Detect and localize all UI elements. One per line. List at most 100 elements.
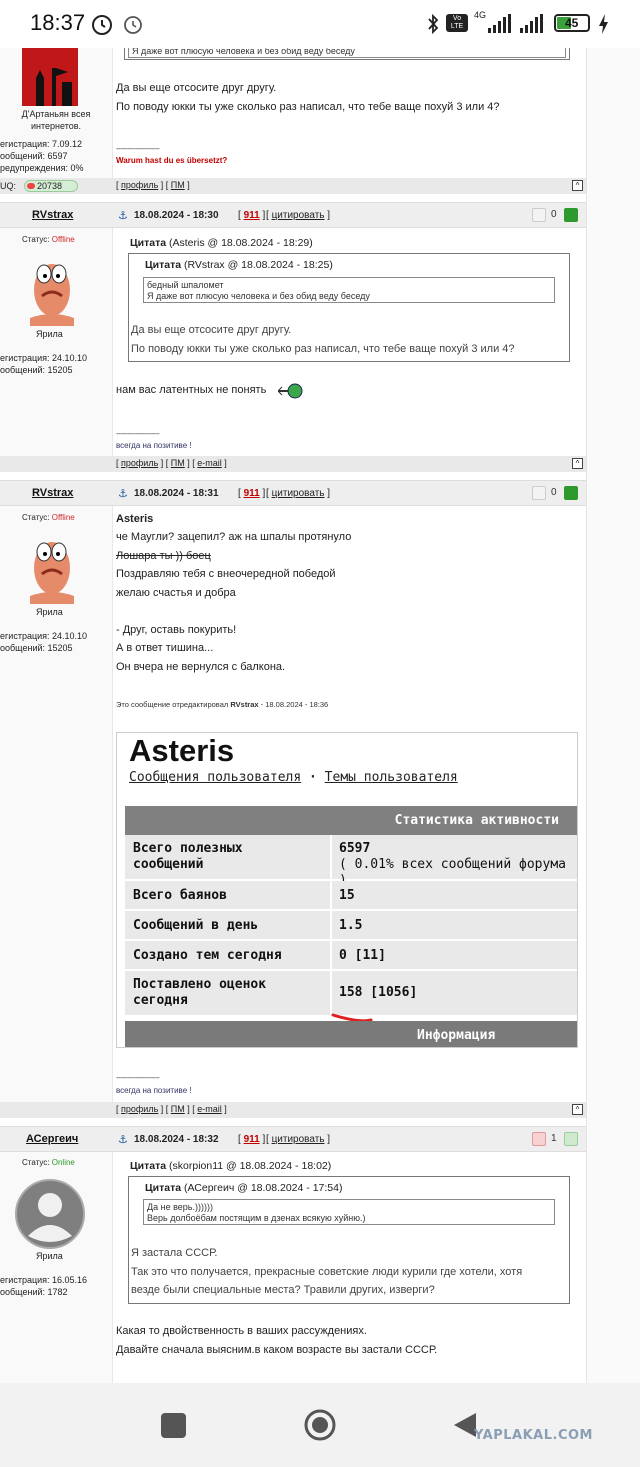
scroll-top-icon[interactable]: ^: [572, 458, 583, 469]
footer-links: [ профиль ] [ ПМ ] [ e-mail ]: [116, 458, 227, 468]
nested-quote-text: Да не верь.)))))) Верь долбоёбам постящим…: [143, 1199, 555, 1225]
alarm-icon: [92, 15, 112, 35]
reg-date: егистрация: 16.05.16: [0, 1275, 88, 1285]
rating: 1: [528, 1131, 580, 1149]
message-count: ообщений: 15205: [0, 643, 73, 653]
right-rail: [586, 48, 640, 1383]
signature: всегда на позитиве !: [116, 1086, 192, 1095]
post-text: Какая то двойственность в ваших рассужде…: [116, 1325, 438, 1356]
battery-icon: 45: [554, 14, 590, 32]
signature: всегда на позитиве !: [116, 441, 192, 450]
embed-links: Сообщения пользователя · Темы пользовате…: [129, 770, 458, 785]
profile-link[interactable]: профиль: [121, 180, 158, 190]
anchor-icon[interactable]: ⚓: [118, 487, 128, 500]
thumb-down-icon[interactable]: [532, 1132, 546, 1146]
post-date: 18.08.2024 - 18:30: [134, 210, 219, 221]
pm-link[interactable]: ПМ: [171, 1104, 185, 1114]
smiley-icon: [278, 383, 303, 399]
embed-section-header: Статистика активности: [125, 806, 577, 835]
username[interactable]: АСергеич: [26, 1133, 78, 1145]
network-type: 4G: [474, 10, 487, 20]
thumb-down-icon[interactable]: [532, 486, 546, 500]
embed-row: Создано тем сегодня 0 [11]: [125, 941, 577, 971]
thumb-up-icon[interactable]: [564, 208, 578, 222]
reg-date: егистрация: 24.10.10: [0, 353, 88, 363]
reg-date: егистрация: 7.09.12: [0, 139, 83, 149]
message-count: ообщений: 6597: [0, 151, 68, 161]
quote-button[interactable]: [ цитировать ]: [266, 488, 330, 499]
user-status: Статус: Offline: [22, 235, 75, 244]
signature-divider: --------------------: [116, 1073, 160, 1082]
rating-count: 0: [551, 209, 557, 220]
post-text: нам вас латентных не понять: [116, 384, 267, 396]
anchor-icon[interactable]: ⚓: [118, 1133, 128, 1146]
pm-link[interactable]: ПМ: [171, 458, 185, 468]
avatar: [22, 48, 78, 106]
signature: Warum hast du es übersetzt?: [116, 156, 228, 165]
signature-divider: --------------------: [116, 429, 160, 438]
footer-links: [ профиль ] [ ПМ ]: [116, 180, 190, 190]
volte-icon: Vo LTE: [446, 14, 468, 32]
pm-link[interactable]: ПМ: [171, 180, 185, 190]
post-number[interactable]: [ 911 ]: [238, 1134, 265, 1145]
message-count: ообщений: 1782: [0, 1287, 68, 1297]
username[interactable]: RVstrax: [32, 487, 73, 499]
post2-footer: [ профиль ] [ ПМ ] [ e-mail ] ^: [0, 1102, 586, 1118]
clock: 18:37: [30, 10, 86, 35]
avatar: [15, 1179, 85, 1249]
email-link[interactable]: e-mail: [197, 458, 222, 468]
scroll-top-icon[interactable]: ^: [572, 1104, 583, 1115]
post-date: 18.08.2024 - 18:31: [134, 488, 219, 499]
embed-row: Всего баянов 15: [125, 881, 577, 911]
rating-count: 1: [551, 1133, 557, 1144]
quote-button[interactable]: [ цитировать ]: [266, 210, 330, 221]
embed-row: Всего полезных сообщений 6597( 0.01% всех …: [125, 835, 577, 888]
rating: 0: [528, 207, 580, 225]
post-number[interactable]: [ 911 ]: [238, 488, 265, 499]
embed-username: Asteris: [129, 733, 235, 768]
home-button[interactable]: [303, 1408, 337, 1442]
email-link[interactable]: e-mail: [197, 1104, 222, 1114]
nested-quote-header: Цитата (RVstrax @ 18.08.2024 - 18:25): [145, 259, 333, 271]
user-caption: Д'Артаньян всея интернетов.: [21, 109, 91, 131]
profile-link[interactable]: профиль: [121, 1104, 158, 1114]
post2-header: RVstrax ⚓ 18.08.2024 - 18:31 [ 911 ] [ ц…: [0, 480, 586, 506]
forum-page: Д'Артаньян всея интернетов. егистрация: 7…: [0, 48, 640, 1383]
quote-block: Цитата (АСергеич @ 18.08.2024 - 17:54) Д…: [128, 1176, 570, 1304]
recent-apps-button[interactable]: [161, 1413, 186, 1438]
quote-text: Я даже вот плюсую человека и без обид ве…: [128, 48, 566, 58]
alarm-clock-icon: [124, 16, 142, 34]
reg-date: егистрация: 24.10.10: [0, 631, 88, 641]
warnings: редупреждения: 0%: [0, 163, 84, 173]
footer-links: [ профиль ] [ ПМ ] [ e-mail ]: [116, 1104, 227, 1114]
signal-icon: [488, 14, 511, 33]
post-text: че Маугли? зацепил? аж на шпалы протянул…: [116, 531, 352, 673]
edit-note: Это сообщение отредактировал RVstrax - 1…: [116, 700, 329, 709]
anchor-icon[interactable]: ⚓: [118, 209, 128, 222]
user-rank: Ярила: [36, 329, 63, 339]
thumb-down-icon[interactable]: [532, 208, 546, 222]
message-count: ообщений: 15205: [0, 365, 73, 375]
addressee: Asteris: [116, 513, 154, 525]
user-rank: Ярила: [36, 1251, 63, 1261]
profile-link[interactable]: профиль: [121, 458, 158, 468]
nested-quote-text: бедный шпаломет Я даже вот плюсую человек…: [143, 277, 555, 303]
rating: 0: [528, 485, 580, 503]
post3-user-panel: Статус: Online Ярила егистрация: 16.05.1…: [0, 1152, 112, 1383]
user-status: Статус: Online: [22, 1158, 75, 1167]
post3-header: АСергеич ⚓ 18.08.2024 - 18:32 [ 911 ] [ …: [0, 1126, 586, 1152]
thumb-up-icon[interactable]: [564, 486, 578, 500]
scroll-top-icon[interactable]: ^: [572, 180, 583, 191]
embed-row: Сообщений в день 1.5: [125, 911, 577, 941]
quote-button[interactable]: [ цитировать ]: [266, 1134, 330, 1145]
post-number[interactable]: [ 911 ]: [238, 210, 265, 221]
user-rank: Ярила: [36, 607, 63, 617]
uq-label: UQ:: [0, 181, 17, 191]
avatar: [30, 542, 74, 604]
avatar: [30, 264, 74, 326]
signal-icon-2: [520, 14, 543, 33]
thumb-up-icon[interactable]: [564, 1132, 578, 1146]
username[interactable]: RVstrax: [32, 209, 73, 221]
post-date: 18.08.2024 - 18:32: [134, 1134, 219, 1145]
nested-quote-header: Цитата (АСергеич @ 18.08.2024 - 17:54): [145, 1182, 343, 1194]
